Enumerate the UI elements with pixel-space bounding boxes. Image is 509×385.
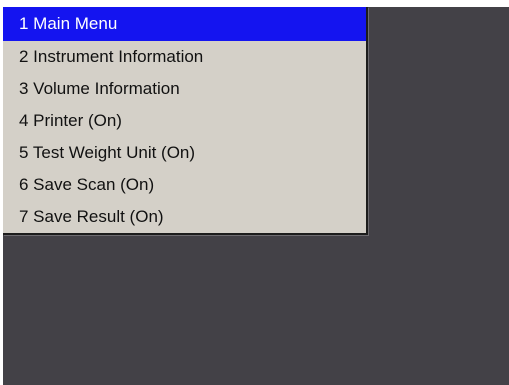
menu-item-label: 4 Printer (On): [19, 111, 122, 130]
menu-item-label: 3 Volume Information: [19, 79, 180, 98]
menu-item-save-scan[interactable]: 6 Save Scan (On): [3, 169, 366, 201]
menu-item-main-menu[interactable]: 1 Main Menu: [3, 7, 366, 41]
menu-item-instrument-information[interactable]: 2 Instrument Information: [3, 41, 366, 73]
context-menu: 1 Main Menu 2 Instrument Information 3 V…: [3, 7, 368, 235]
menu-item-label: 2 Instrument Information: [19, 47, 204, 66]
menu-item-printer[interactable]: 4 Printer (On): [3, 105, 366, 137]
menu-item-label: 5 Test Weight Unit (On): [19, 143, 196, 162]
menu-item-label: 7 Save Result (On): [19, 207, 164, 226]
menu-item-label: 6 Save Scan (On): [19, 175, 155, 194]
menu-item-test-weight-unit[interactable]: 5 Test Weight Unit (On): [3, 137, 366, 169]
menu-item-volume-information[interactable]: 3 Volume Information: [3, 73, 366, 105]
menu-item-save-result[interactable]: 7 Save Result (On): [3, 201, 366, 233]
menu-item-label: 1 Main Menu: [19, 14, 118, 33]
